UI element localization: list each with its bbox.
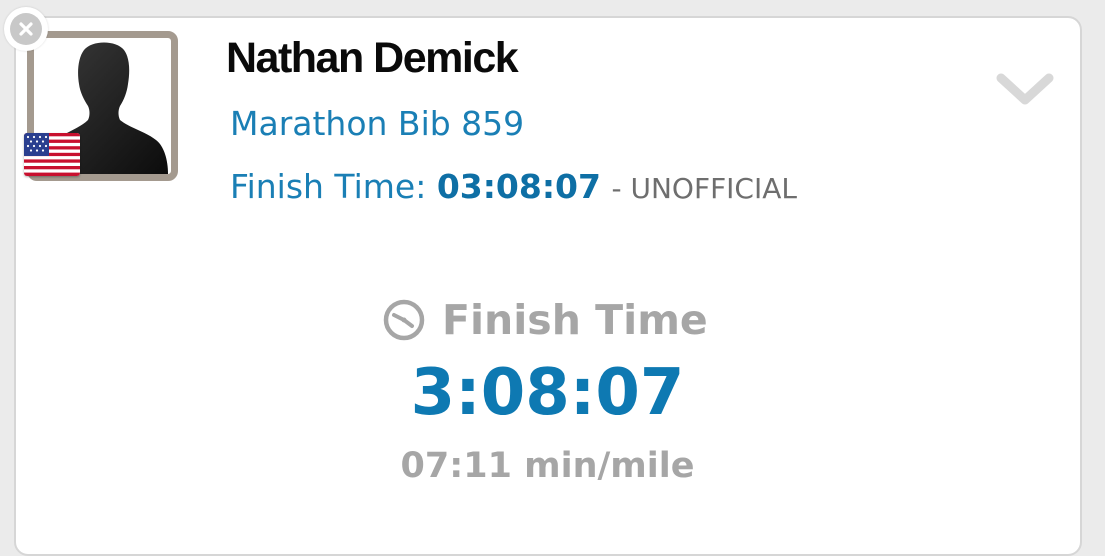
finish-time-line: Finish Time: 03:08:07 - UNOFFICIAL — [230, 167, 797, 206]
finish-status: - UNOFFICIAL — [611, 172, 797, 205]
expand-button[interactable] — [996, 70, 1054, 110]
bib-number: Marathon Bib 859 — [230, 104, 525, 143]
chevron-down-icon — [996, 73, 1054, 105]
clock-icon — [383, 299, 425, 341]
runner-name: Nathan Demick — [226, 34, 519, 82]
finish-time-value: 03:08:07 — [436, 167, 601, 206]
close-icon — [10, 13, 42, 45]
finish-time-label: Finish Time: — [230, 167, 427, 206]
pace: 07:11 min/mile — [400, 446, 695, 486]
us-flag-icon — [24, 133, 80, 176]
summary-label: Finish Time — [442, 296, 708, 344]
finish-time-large: 3:08:07 — [410, 356, 685, 430]
summary-header: Finish Time — [382, 296, 708, 344]
close-button[interactable] — [4, 7, 48, 51]
